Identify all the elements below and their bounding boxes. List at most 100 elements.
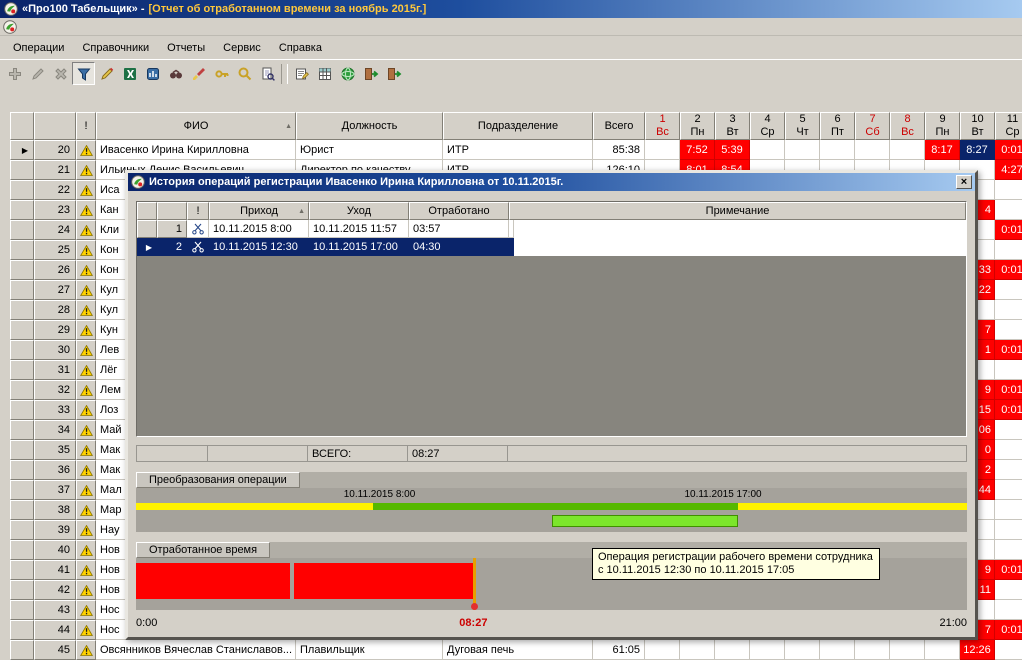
day-cell[interactable]: 8:27 [960,140,995,160]
day-cell[interactable] [785,640,820,660]
day-column-header[interactable]: 11 Ср [995,112,1022,140]
col-fio[interactable]: ФИО ▲ [96,112,296,140]
col-note[interactable]: Примечание [509,202,966,220]
cell-worked[interactable]: 03:57 [409,220,509,238]
day-cell[interactable] [995,600,1022,620]
day-cell[interactable]: 7:52 [680,140,715,160]
table-row[interactable]: ▶ 20 Ивасенко Ирина Кирилловна Юрист ИТР 85:3… [10,140,1022,160]
day-column-header[interactable]: 4 Ср [750,112,785,140]
operation-span-bar[interactable] [372,503,738,510]
col-warn[interactable]: ! [187,202,209,220]
day-cell[interactable] [995,200,1022,220]
day-column-header[interactable]: 8 Вс [890,112,925,140]
day-cell[interactable] [995,480,1022,500]
menu-item-directories[interactable]: Справочники [73,40,158,56]
edit-record-icon[interactable] [290,62,313,85]
report-icon[interactable] [141,62,164,85]
day-cell[interactable] [855,640,890,660]
cell-fio[interactable]: Ивасенко Ирина Кирилловна [96,140,296,160]
key-icon[interactable] [210,62,233,85]
day-cell[interactable] [995,180,1022,200]
preview-icon[interactable] [256,62,279,85]
edit-icon[interactable] [26,62,49,85]
cell-worked[interactable]: 04:30 [409,238,509,256]
day-cell[interactable] [680,640,715,660]
day-cell[interactable] [995,640,1022,660]
cell-total[interactable]: 61:05 [593,640,645,660]
menu-item-service[interactable]: Сервис [214,40,270,56]
day-cell[interactable]: 5:39 [715,140,750,160]
table-row[interactable]: 45 Овсянников Вячеслав Станиславов... Плав… [10,640,1022,660]
day-cell[interactable]: 0:01 [995,260,1022,280]
col-arrival[interactable]: Приход ▲ [209,202,309,220]
cell-note[interactable] [509,238,514,256]
pen-icon[interactable] [95,62,118,85]
filter-icon[interactable] [72,62,95,85]
menu-item-reports[interactable]: Отчеты [158,40,214,56]
summary-table-icon[interactable] [313,62,336,85]
day-cell[interactable]: 0:01 [995,560,1022,580]
day-cell[interactable] [750,640,785,660]
day-cell[interactable] [995,460,1022,480]
day-cell[interactable] [995,300,1022,320]
excel-export-icon[interactable] [118,62,141,85]
day-cell[interactable] [995,280,1022,300]
menu-item-help[interactable]: Справка [270,40,331,56]
day-cell[interactable] [715,640,750,660]
day-column-header[interactable]: 9 Пн [925,112,960,140]
day-column-header[interactable]: 1 Вс [645,112,680,140]
cell-departure[interactable]: 10.11.2015 11:57 [309,220,409,238]
day-cell[interactable]: 0:01 [995,400,1022,420]
day-cell[interactable] [925,640,960,660]
time-globe-icon[interactable] [336,62,359,85]
day-cell[interactable]: 12:26 [960,640,995,660]
day-cell[interactable] [890,140,925,160]
day-cell[interactable] [645,140,680,160]
close-icon[interactable]: × [956,175,972,189]
cell-arrival[interactable]: 10.11.2015 8:00 [209,220,309,238]
menu-item-operations[interactable]: Операции [4,40,73,56]
cell-note[interactable] [509,220,514,238]
day-column-header[interactable]: 7 Сб [855,112,890,140]
day-cell[interactable] [820,640,855,660]
day-cell[interactable]: 0:01 [995,140,1022,160]
format-brush-icon[interactable] [187,62,210,85]
day-cell[interactable] [995,540,1022,560]
day-cell[interactable] [995,440,1022,460]
col-position[interactable]: Должность [296,112,443,140]
day-cell[interactable] [995,580,1022,600]
day-column-header[interactable]: 6 Пт [820,112,855,140]
worked-bar-2[interactable] [293,563,473,599]
col-department[interactable]: Подразделение [443,112,593,140]
day-cell[interactable] [890,640,925,660]
day-column-header[interactable]: 5 Чт [785,112,820,140]
day-cell[interactable] [785,140,820,160]
day-cell[interactable] [995,240,1022,260]
col-worked[interactable]: Отработано [409,202,509,220]
day-cell[interactable] [995,320,1022,340]
cell-position[interactable]: Юрист [296,140,443,160]
day-cell[interactable] [995,360,1022,380]
exit-icon[interactable] [359,62,382,85]
day-cell[interactable] [995,500,1022,520]
cell-department[interactable]: Дуговая печь [443,640,593,660]
day-cell[interactable]: 0:01 [995,620,1022,640]
day-column-header[interactable]: 10 Вт [960,112,995,140]
day-cell[interactable] [645,640,680,660]
day-cell[interactable]: 0:01 [995,340,1022,360]
day-cell[interactable] [750,140,785,160]
day-cell[interactable] [995,420,1022,440]
cell-fio[interactable]: Овсянников Вячеслав Станиславов... [96,640,296,660]
search-icon[interactable] [233,62,256,85]
day-cell[interactable]: 0:01 [995,220,1022,240]
day-cell[interactable] [995,520,1022,540]
day-column-header[interactable]: 3 Вт [715,112,750,140]
day-cell[interactable]: 4:27 [995,160,1022,180]
dialog-title-bar[interactable]: История операций регистрации Ивасенко Ир… [128,173,975,191]
cell-position[interactable]: Плавильщик [296,640,443,660]
delete-icon[interactable] [49,62,72,85]
col-warn[interactable]: ! [76,112,96,140]
view-icon[interactable] [164,62,187,85]
day-cell[interactable] [820,140,855,160]
add-icon[interactable] [3,62,26,85]
